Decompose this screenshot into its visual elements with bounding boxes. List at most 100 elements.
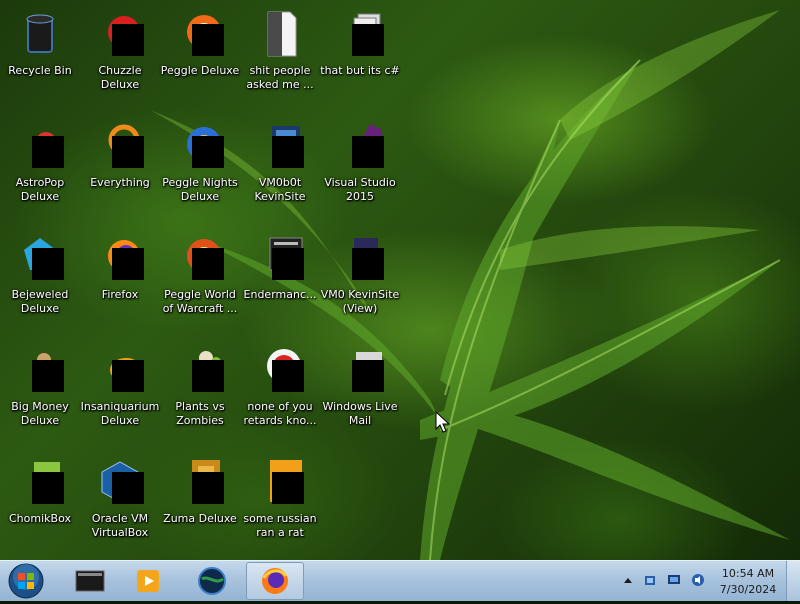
desktop-icon[interactable]: Peggle Deluxe bbox=[160, 4, 240, 110]
desktop-icon-label: ChomikBox bbox=[9, 512, 71, 525]
redaction-box bbox=[112, 24, 144, 56]
redaction-box bbox=[272, 136, 304, 168]
redaction-box bbox=[112, 360, 144, 392]
redaction-box bbox=[192, 472, 224, 504]
desktop-icon-label: Big Money Deluxe bbox=[11, 400, 69, 427]
desktop-icon-label: Insaniquarium Deluxe bbox=[80, 400, 160, 427]
desktop-icon[interactable]: Recycle Bin bbox=[0, 4, 80, 110]
desktop-icon[interactable]: Chuzzle Deluxe bbox=[80, 4, 160, 110]
desktop-icon-label: some russian ran a rat bbox=[243, 512, 317, 539]
taskbar: 10:54 AM 7/30/2024 bbox=[0, 560, 800, 601]
desktop-icon[interactable]: Big Money Deluxe bbox=[0, 340, 80, 446]
peggle-nights-icon bbox=[176, 122, 224, 170]
firefox-taskbar-icon[interactable] bbox=[246, 562, 304, 600]
everything-search-icon bbox=[96, 122, 144, 170]
windows-live-mail-icon bbox=[336, 346, 384, 394]
desktop-icon-label: that but its c# bbox=[320, 64, 400, 77]
redaction-box bbox=[112, 248, 144, 280]
desktop-icon-label: Firefox bbox=[101, 288, 139, 301]
desktop-icon-label: AstroPop Deluxe bbox=[15, 176, 65, 203]
document-stack-icon bbox=[336, 10, 384, 58]
virtualbox-icon bbox=[96, 458, 144, 506]
redaction-box bbox=[32, 248, 64, 280]
redaction-box bbox=[112, 472, 144, 504]
redaction-box bbox=[32, 472, 64, 504]
desktop-icon[interactable]: VM0 KevinSite (View) bbox=[320, 228, 400, 334]
vm-icon bbox=[256, 122, 304, 170]
visual-studio-icon bbox=[336, 122, 384, 170]
desktop-icon-label: Chuzzle Deluxe bbox=[98, 64, 142, 91]
desktop-icon[interactable]: Everything bbox=[80, 116, 160, 222]
network-icon[interactable] bbox=[643, 573, 657, 587]
desktop-icon[interactable]: e some russian ran a rat bbox=[240, 452, 320, 558]
desktop-icon-label: Visual Studio 2015 bbox=[324, 176, 396, 203]
zuma-icon bbox=[176, 458, 224, 506]
shortcut-icon bbox=[256, 346, 304, 394]
chomikbox-icon bbox=[16, 458, 64, 506]
chuzzle-icon bbox=[96, 10, 144, 58]
desktop-icon[interactable]: AstroPop Deluxe bbox=[0, 116, 80, 222]
show-hidden-icons-icon[interactable] bbox=[621, 573, 635, 587]
media-player-taskbar-icon[interactable] bbox=[120, 562, 176, 600]
redaction-box bbox=[32, 360, 64, 392]
desktop-icon-label: Peggle Deluxe bbox=[160, 64, 240, 77]
clock-date[interactable]: 7/30/2024 bbox=[713, 583, 783, 596]
plants-vs-zombies-icon bbox=[176, 346, 224, 394]
desktop-icon[interactable]: Peggle World of Warcraft ... bbox=[160, 228, 240, 334]
redaction-box bbox=[32, 136, 64, 168]
peggle-icon bbox=[176, 10, 224, 58]
peggle-wow-icon bbox=[176, 234, 224, 282]
desktop-icon-label: Oracle VM VirtualBox bbox=[91, 512, 149, 539]
redaction-box bbox=[192, 24, 224, 56]
desktop-icon-label: Endermanc... bbox=[243, 288, 317, 301]
redaction-box bbox=[272, 248, 304, 280]
redaction-box bbox=[192, 136, 224, 168]
desktop-icon-label: Everything bbox=[90, 176, 150, 189]
recycle-bin-icon bbox=[16, 10, 64, 58]
document-icon bbox=[256, 10, 304, 58]
big-money-icon bbox=[16, 346, 64, 394]
desktop-icon-label: VM0b0t KevinSite bbox=[254, 176, 306, 203]
redaction-box bbox=[352, 360, 384, 392]
bejeweled-icon bbox=[16, 234, 64, 282]
redaction-box bbox=[352, 248, 384, 280]
desktop-icon-label: Plants vs Zombies bbox=[175, 400, 225, 427]
desktop-icon-label: Bejeweled Deluxe bbox=[11, 288, 69, 315]
windows-start-orb-icon[interactable] bbox=[5, 562, 47, 600]
redaction-box bbox=[272, 360, 304, 392]
desktop-icon[interactable]: Zuma Deluxe bbox=[160, 452, 240, 558]
volume-icon[interactable] bbox=[691, 573, 705, 587]
desktop-icon-label: VM0 KevinSite (View) bbox=[320, 288, 400, 315]
desktop-icon[interactable]: Firefox bbox=[80, 228, 160, 334]
archive-icon: e bbox=[256, 458, 304, 506]
redaction-box bbox=[352, 136, 384, 168]
desktop-icon[interactable]: ChomikBox bbox=[0, 452, 80, 558]
desktop-icon[interactable]: Peggle Nights Deluxe bbox=[160, 116, 240, 222]
vm-view-icon bbox=[336, 234, 384, 282]
show-desktop-button[interactable] bbox=[786, 561, 800, 601]
desktop-icon[interactable]: that but its c# bbox=[320, 4, 400, 110]
desktop-icon[interactable]: none of you retards kno... bbox=[240, 340, 320, 446]
redaction-box bbox=[192, 248, 224, 280]
system-tray: 10:54 AM 7/30/2024 bbox=[615, 561, 800, 601]
desktop[interactable]: Recycle Bin AstroPop Deluxe Bejeweled De… bbox=[0, 0, 800, 560]
desktop-icon-label: shit people asked me ... bbox=[246, 64, 314, 91]
desktop-icon[interactable]: Windows Live Mail bbox=[320, 340, 400, 446]
terminal-taskbar-icon[interactable] bbox=[62, 562, 118, 600]
desktop-icon[interactable]: Visual Studio 2015 bbox=[320, 116, 400, 222]
desktop-icon[interactable]: Plants vs Zombies bbox=[160, 340, 240, 446]
desktop-icon-label: Peggle Nights Deluxe bbox=[162, 176, 238, 203]
monitor-icon[interactable] bbox=[667, 573, 681, 587]
desktop-icon-label: Zuma Deluxe bbox=[163, 512, 237, 525]
desktop-icon[interactable]: Insaniquarium Deluxe bbox=[80, 340, 160, 446]
desktop-icon-label: Windows Live Mail bbox=[322, 400, 398, 427]
desktop-icon[interactable]: Endermanc... bbox=[240, 228, 320, 334]
terminal-icon bbox=[256, 234, 304, 282]
clock-time[interactable]: 10:54 AM bbox=[713, 567, 783, 580]
desktop-icon[interactable]: Bejeweled Deluxe bbox=[0, 228, 80, 334]
redaction-box bbox=[272, 472, 304, 504]
desktop-icon[interactable]: Oracle VM VirtualBox bbox=[80, 452, 160, 558]
globe-taskbar-icon[interactable] bbox=[184, 562, 240, 600]
desktop-icon[interactable]: shit people asked me ... bbox=[240, 4, 320, 110]
desktop-icon[interactable]: VM0b0t KevinSite bbox=[240, 116, 320, 222]
